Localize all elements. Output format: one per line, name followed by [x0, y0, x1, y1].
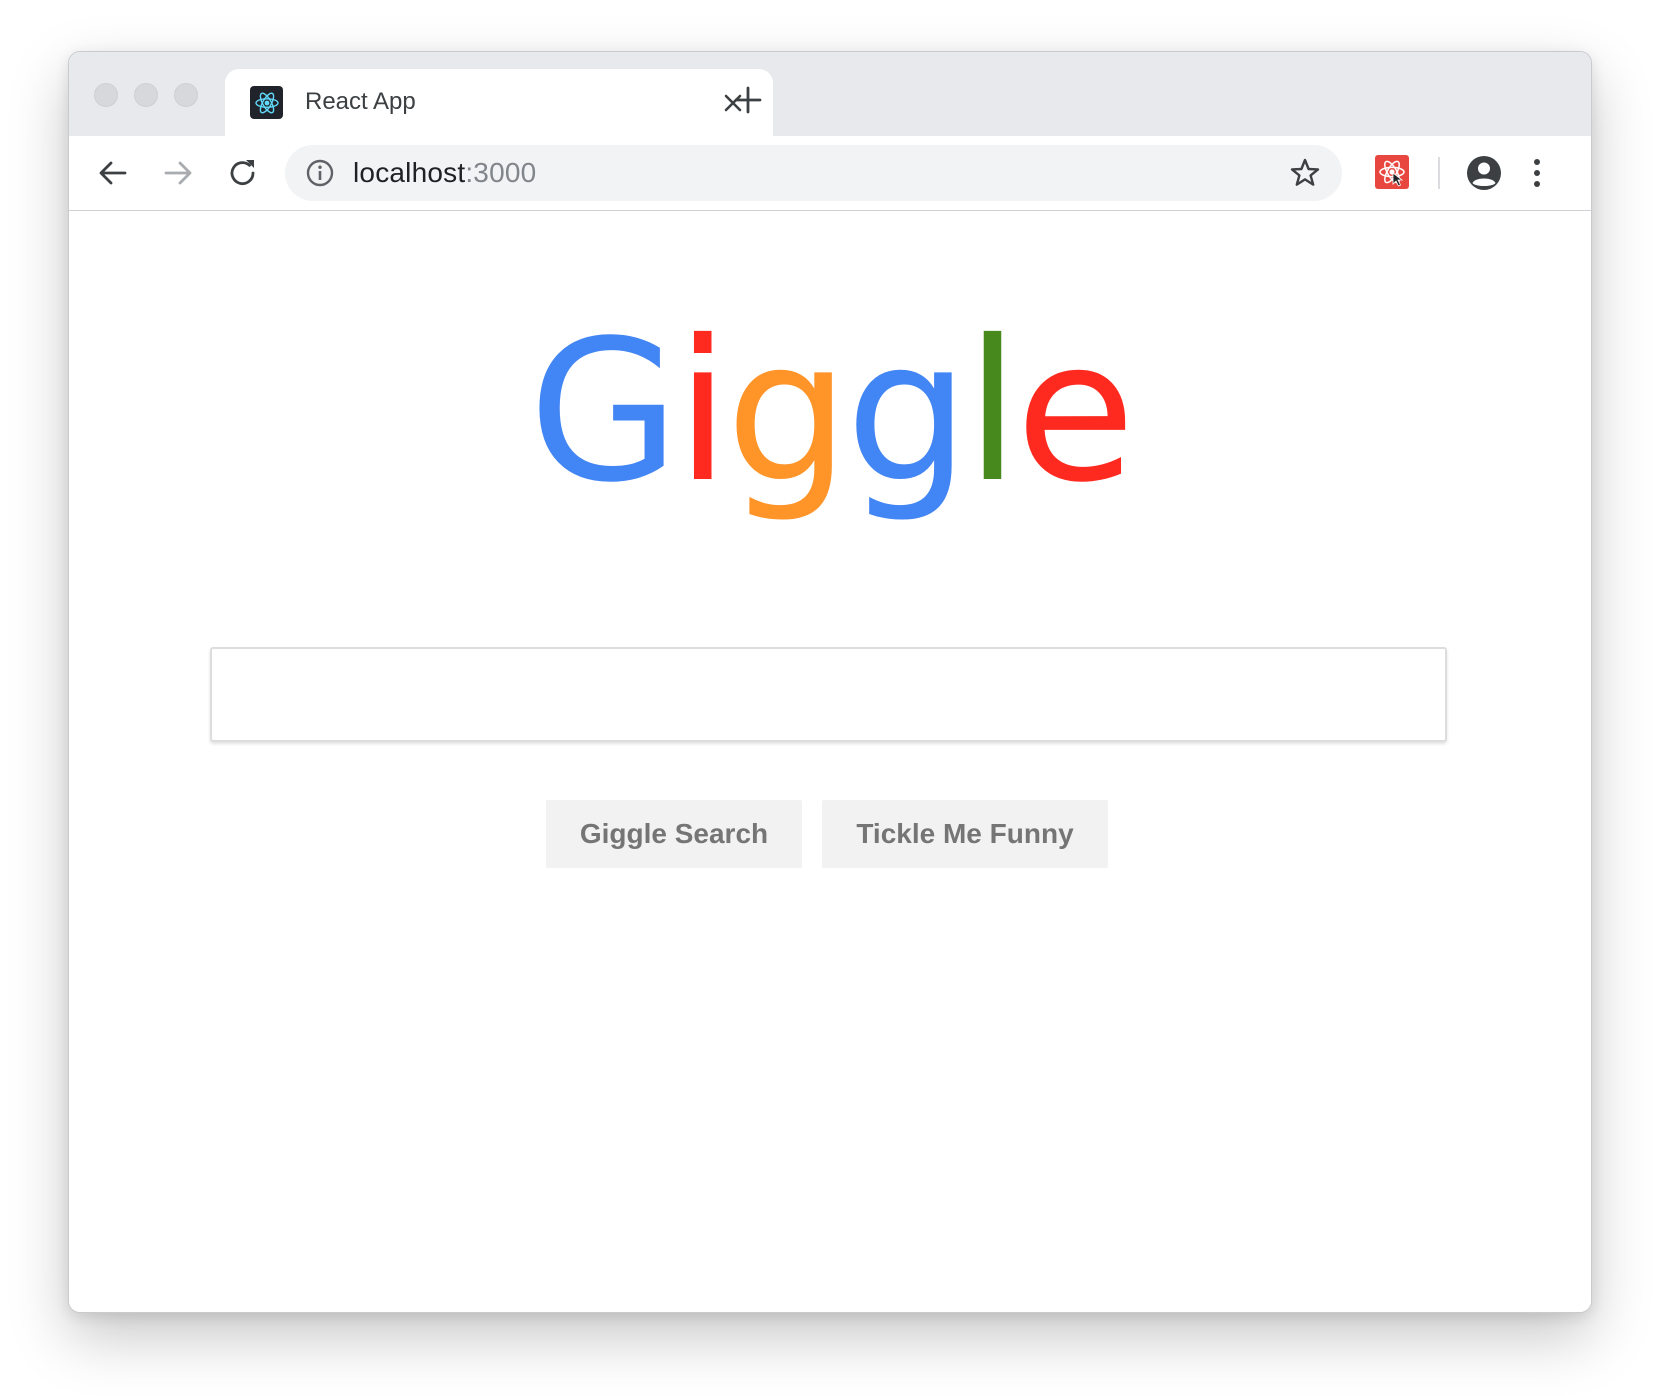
info-icon[interactable] — [305, 158, 335, 188]
arrow-back-icon[interactable] — [96, 156, 130, 190]
window-close-button[interactable] — [94, 83, 118, 107]
address-bar[interactable]: localhost:3000 — [285, 145, 1342, 201]
url-port: :3000 — [465, 157, 537, 188]
tab-strip: React App — [69, 52, 1591, 136]
logo-letter: g — [845, 298, 970, 525]
star-icon[interactable] — [1288, 156, 1322, 190]
tab-title: React App — [305, 88, 416, 115]
browser-window: React App localhost:3000 Giggle Giggle S… — [68, 51, 1592, 1313]
logo-letter: e — [1015, 298, 1136, 525]
window-maximize-button[interactable] — [174, 83, 198, 107]
browser-toolbar: localhost:3000 — [69, 136, 1591, 211]
account-circle-icon[interactable] — [1465, 154, 1503, 192]
react-devtools-extension-icon[interactable] — [1375, 155, 1409, 189]
window-minimize-button[interactable] — [134, 83, 158, 107]
logo-letter: G — [528, 298, 679, 525]
url-host: localhost — [353, 157, 466, 188]
giggle-search-button[interactable]: Giggle Search — [546, 800, 802, 868]
more-vert-icon[interactable] — [1531, 154, 1543, 192]
plus-icon[interactable] — [733, 85, 763, 115]
giggle-logo: Giggle — [69, 307, 1591, 517]
search-input[interactable] — [210, 647, 1447, 742]
url-text[interactable]: localhost:3000 — [353, 157, 536, 189]
arrow-forward-icon[interactable] — [161, 156, 195, 190]
reload-icon[interactable] — [226, 156, 260, 190]
tickle-me-funny-button[interactable]: Tickle Me Funny — [822, 800, 1108, 868]
page-content: Giggle Giggle Search Tickle Me Funny — [69, 211, 1591, 1312]
logo-letter: l — [965, 298, 1019, 525]
toolbar-divider — [1438, 157, 1440, 189]
tab-react-app[interactable]: React App — [225, 69, 773, 136]
react-logo-icon — [250, 86, 283, 119]
logo-letter: g — [725, 298, 850, 525]
logo-letter: i — [675, 298, 730, 525]
